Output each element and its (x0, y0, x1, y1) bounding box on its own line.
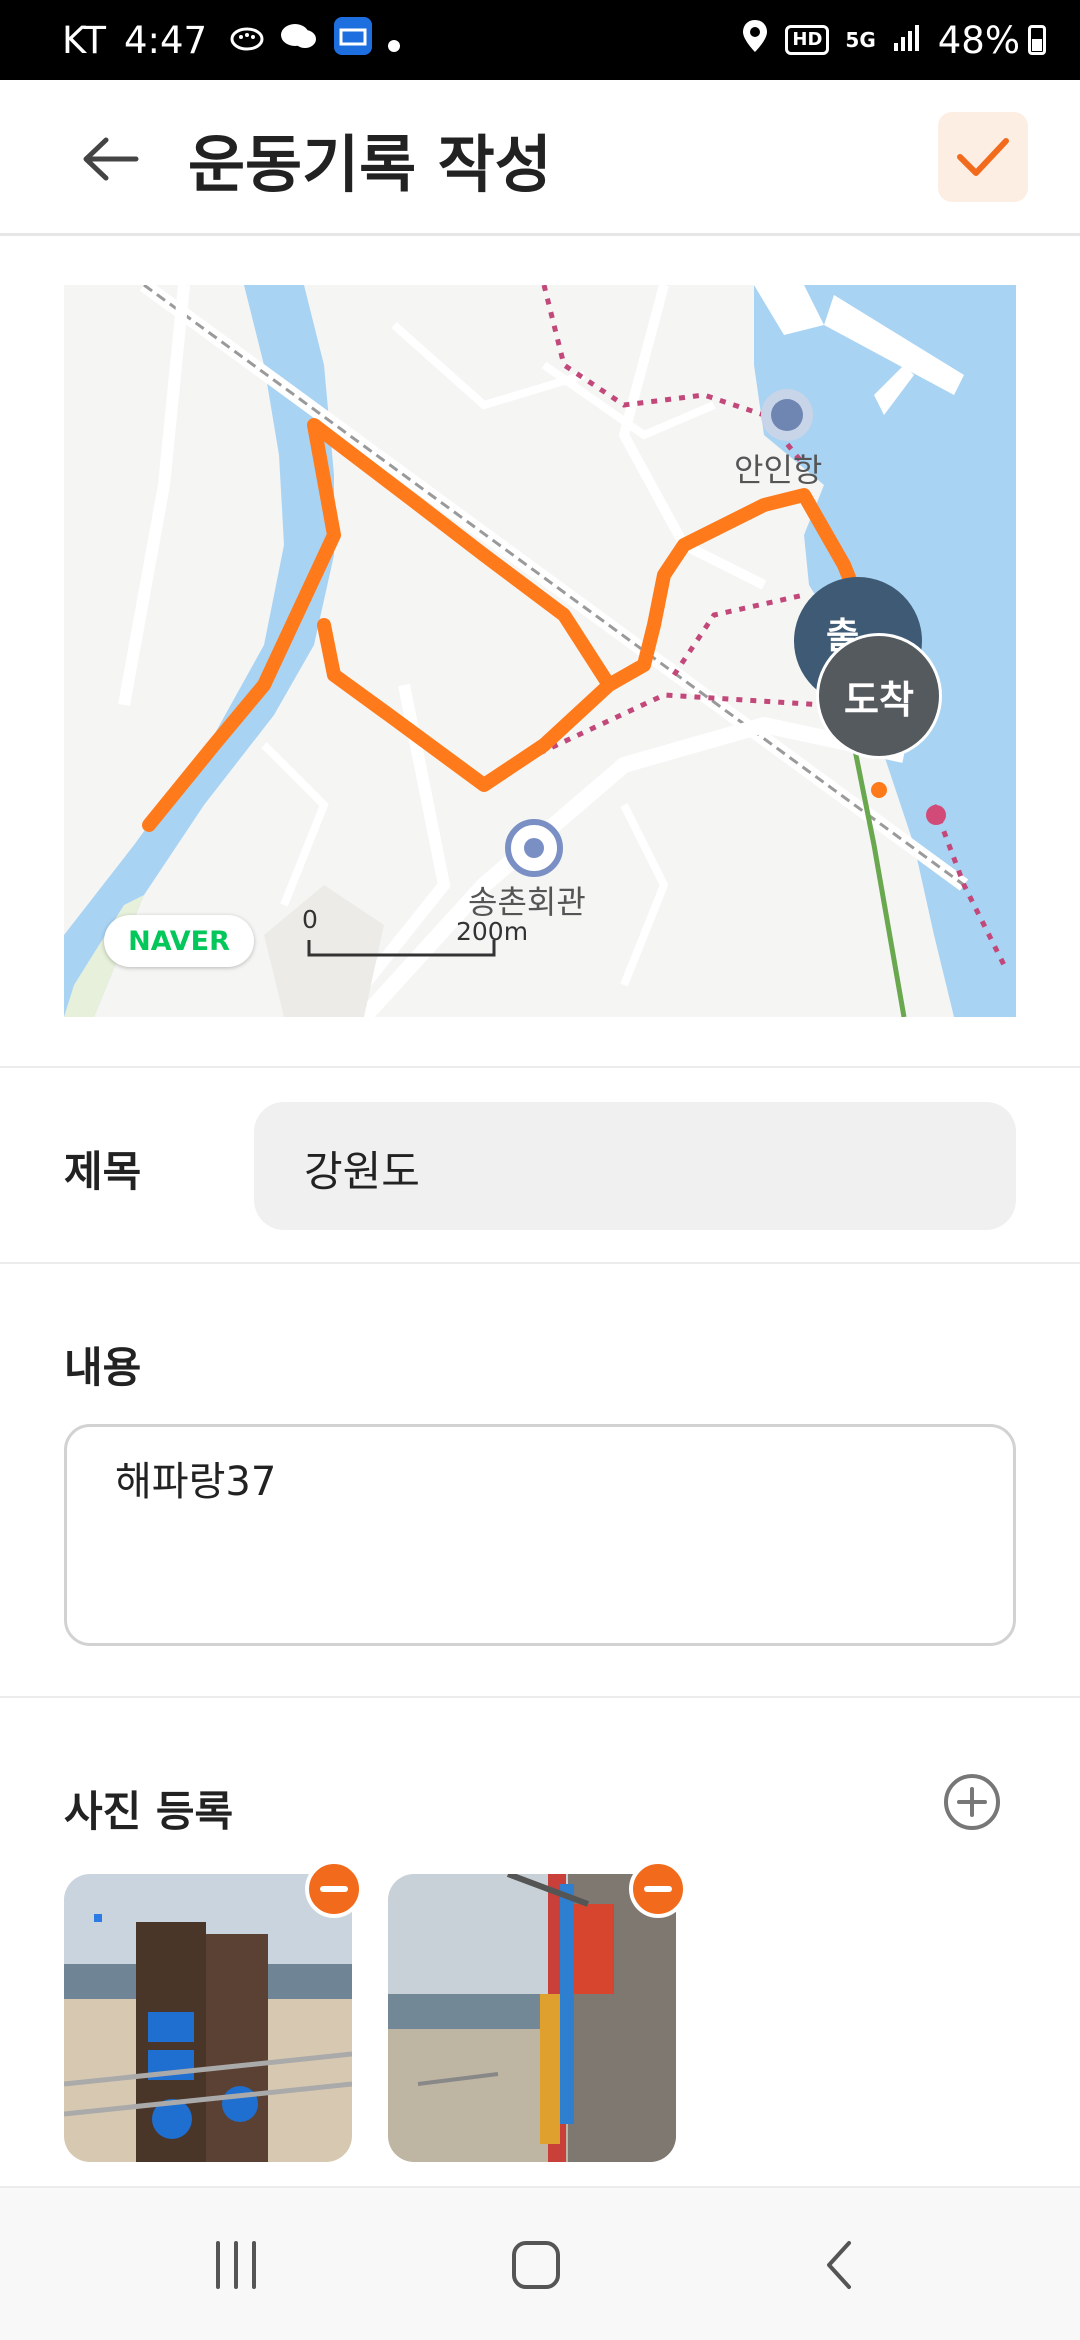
arrival-marker[interactable]: 도착 (816, 633, 942, 759)
app-header: 운동기록 작성 (0, 80, 1080, 236)
content-label: 내용 (64, 1343, 142, 1392)
dot-icon (387, 19, 401, 62)
page-title: 운동기록 작성 (188, 128, 552, 201)
signpost-photo (64, 1874, 352, 2162)
title-label: 제목 (64, 1147, 142, 1196)
system-back-button[interactable] (760, 2188, 920, 2340)
photo-section-label: 사진 등록 (64, 1787, 234, 1836)
check-icon (957, 138, 1009, 176)
battery-percent: 48% (937, 18, 1020, 62)
save-button[interactable] (938, 112, 1028, 202)
photo-thumbnail[interactable] (64, 1874, 352, 2162)
remove-photo-button[interactable] (629, 1860, 687, 1918)
home-icon (512, 2241, 560, 2289)
app-icon (333, 16, 373, 65)
photo-thumbnail[interactable] (388, 1874, 676, 2162)
back-icon (827, 2241, 851, 2289)
scale-end-label: 200m (456, 917, 529, 946)
port-label: 안인항 (734, 451, 823, 489)
ribbons-photo (388, 1874, 676, 2162)
plus-circle-icon (944, 1774, 1000, 1830)
carrier-name: KT (62, 18, 106, 62)
arrow-left-icon (83, 137, 139, 181)
status-bar: KT 4:47 HD 5G 48% (0, 0, 1080, 80)
chat-bubble-icon (279, 19, 319, 62)
hd-badge: HD (785, 25, 830, 55)
remove-photo-button[interactable] (305, 1860, 363, 1918)
section-divider (0, 1066, 1080, 1068)
section-divider (0, 1262, 1080, 1264)
route-map[interactable]: 안인항 송촌회관 NAVER 0 200m 출 도착 (64, 285, 1016, 1017)
recent-apps-button[interactable] (156, 2188, 316, 2340)
back-button[interactable] (70, 124, 150, 194)
title-input[interactable]: 강원도 (254, 1102, 1016, 1230)
minus-icon (644, 1886, 672, 1892)
location-icon (741, 18, 769, 63)
signal-icon (892, 19, 922, 62)
content-textarea[interactable]: 해파랑37 (64, 1424, 1016, 1646)
system-nav-bar (0, 2186, 1080, 2340)
network-type: 5G (845, 28, 876, 52)
scale-start-label: 0 (302, 905, 318, 934)
naver-logo: NAVER (104, 915, 254, 967)
home-button[interactable] (456, 2188, 616, 2340)
minus-icon (320, 1886, 348, 1892)
add-photo-button[interactable] (942, 1772, 1002, 1832)
clock: 4:47 (124, 18, 208, 62)
battery-icon (1028, 25, 1046, 55)
section-divider (0, 1696, 1080, 1698)
shoe-icon (229, 19, 265, 62)
recent-apps-icon (216, 2241, 256, 2289)
